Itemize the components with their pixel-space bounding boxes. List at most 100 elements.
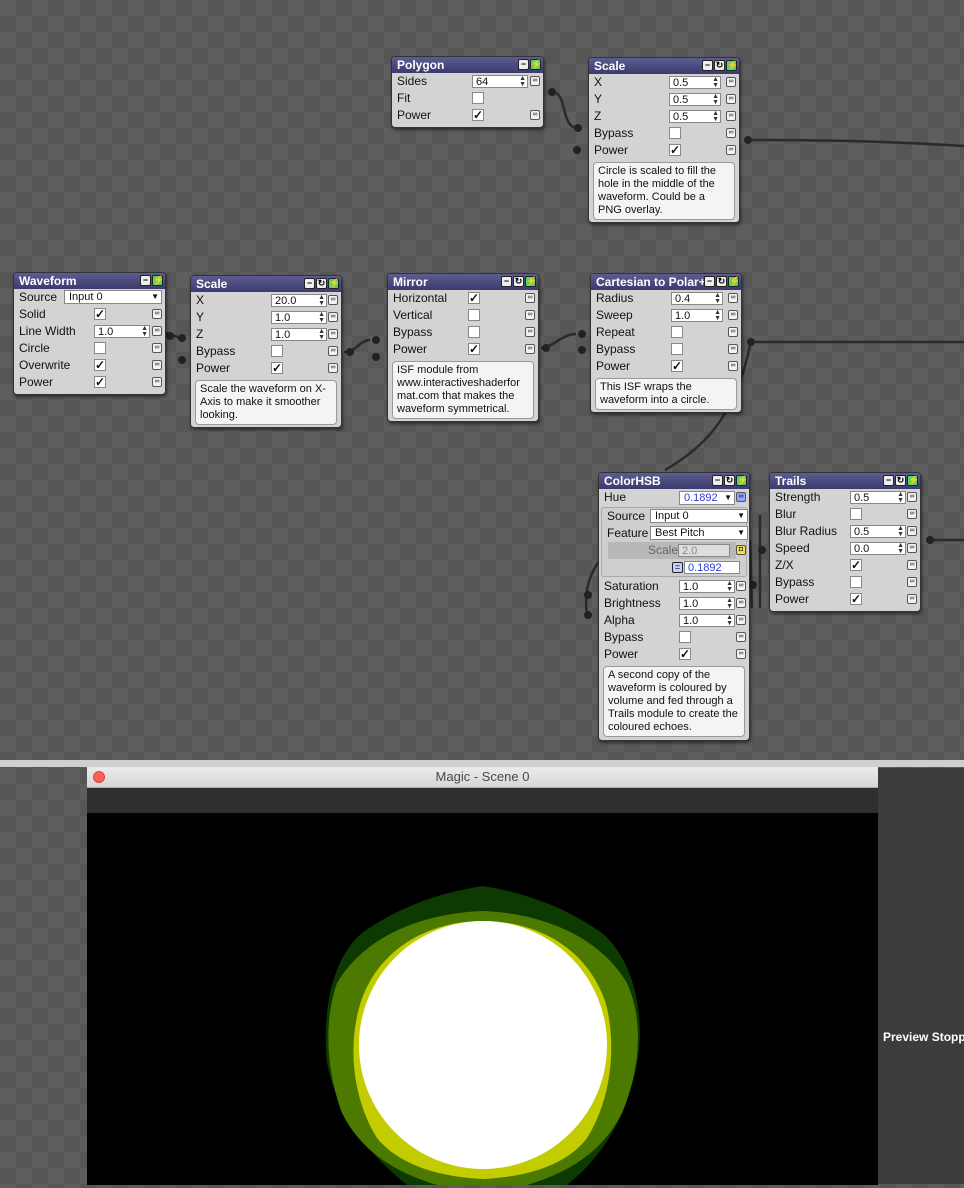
link-icon[interactable]: ∞ (525, 327, 535, 337)
link-icon[interactable]: ∞ (907, 560, 917, 570)
link-icon[interactable]: ∞ (726, 77, 736, 87)
stepper-icon[interactable]: ▲ ▼ (714, 309, 721, 322)
colorhsb-node[interactable]: ColorHSB − ↻ ⚡ Hue 0.1892 ▼ ∞ Source Input 0 ▼ … (598, 472, 750, 741)
power-checkbox[interactable]: ✓ (850, 593, 862, 605)
loop-icon[interactable]: ↻ (724, 475, 735, 486)
link-icon[interactable]: ∞ (530, 76, 540, 86)
power-icon[interactable]: ⚡ (530, 59, 542, 70)
link-icon[interactable]: ∞ (525, 344, 535, 354)
z-input[interactable]: 1.0 ▲ ▼ (271, 328, 327, 341)
stepper-icon[interactable]: ▲ ▼ (318, 294, 325, 307)
alpha-input[interactable]: 1.0 ▲ ▼ (679, 614, 735, 627)
power-icon[interactable]: ⚡ (907, 475, 919, 486)
power-checkbox[interactable]: ✓ (669, 144, 681, 156)
saturation-input[interactable]: 1.0 ▲ ▼ (679, 580, 735, 593)
power-icon[interactable]: ⚡ (525, 276, 537, 287)
minimize-icon[interactable]: − (702, 60, 713, 71)
brightness-input[interactable]: 1.0 ▲ ▼ (679, 597, 735, 610)
link-icon[interactable]: ∞ (728, 344, 738, 354)
stepper-icon[interactable]: ▲ ▼ (726, 597, 733, 610)
sides-input[interactable]: 64 ▲ ▼ (472, 75, 528, 88)
bypass-checkbox[interactable] (669, 127, 681, 139)
bypass-checkbox[interactable] (671, 343, 683, 355)
link-icon[interactable]: ∞ (736, 581, 746, 591)
link-icon[interactable]: ∞ (726, 128, 736, 138)
power-icon[interactable]: ⚡ (736, 475, 748, 486)
link-icon[interactable]: ∞ (736, 598, 746, 608)
link-icon[interactable]: ∞ (328, 363, 338, 373)
waveform-node[interactable]: Waveform − ⚡ Source Input 0 ▼ Solid ✓ ∞ Line … (13, 272, 166, 395)
power-icon[interactable]: ⚡ (728, 276, 740, 287)
loop-icon[interactable]: ↻ (714, 60, 725, 71)
trails-node[interactable]: Trails − ↻ ⚡ Strength 0.5 ▲ ▼ ∞ Blur ∞ Blur Rad… (769, 472, 921, 612)
lock-icon[interactable]: ◘ (736, 545, 746, 555)
power-icon[interactable]: ⚡ (152, 275, 164, 286)
link-icon[interactable]: ∞ (907, 577, 917, 587)
minimize-icon[interactable]: − (304, 278, 315, 289)
bypass-checkbox[interactable] (679, 631, 691, 643)
stepper-icon[interactable]: ▲ ▼ (714, 292, 721, 305)
stepper-icon[interactable]: ▲ ▼ (318, 311, 325, 324)
link-icon[interactable]: ∞ (907, 492, 917, 502)
link-icon[interactable]: ∞ (152, 343, 162, 353)
x-input[interactable]: 20.0 ▲ ▼ (271, 294, 327, 307)
panel-divider[interactable] (0, 760, 964, 767)
power-checkbox[interactable]: ✓ (472, 109, 484, 121)
x-input[interactable]: 0.5 ▲ ▼ (669, 76, 721, 89)
power-checkbox[interactable]: ✓ (271, 362, 283, 374)
link-icon[interactable]: ∞ (736, 649, 746, 659)
link-icon[interactable]: ∞ (907, 509, 917, 519)
vertical-checkbox[interactable] (468, 309, 480, 321)
link-icon[interactable]: ∞ (152, 309, 162, 319)
minimize-icon[interactable]: − (501, 276, 512, 287)
minimize-icon[interactable]: − (704, 276, 715, 287)
link-icon[interactable]: ∞ (328, 329, 338, 339)
fit-checkbox[interactable] (472, 92, 484, 104)
equals-icon[interactable]: = (672, 562, 683, 573)
node-header[interactable]: Mirror − ↻ ⚡ (388, 274, 538, 290)
link-icon[interactable]: ∞ (907, 594, 917, 604)
radius-input[interactable]: 0.4 ▲ ▼ (671, 292, 723, 305)
source-select[interactable]: Input 0 ▼ (650, 509, 748, 523)
feature-select[interactable]: Best Pitch ▼ (650, 526, 748, 540)
stepper-icon[interactable]: ▲ ▼ (726, 614, 733, 627)
power-checkbox[interactable]: ✓ (671, 360, 683, 372)
horizontal-checkbox[interactable]: ✓ (468, 292, 480, 304)
loop-icon[interactable]: ↻ (513, 276, 524, 287)
link-icon[interactable]: ∞ (530, 110, 540, 120)
scale-node-mid[interactable]: Scale − ↻ ⚡ X 20.0 ▲ ▼ ∞ Y 1.0 ▲ ▼ ∞ Z 1.0 ▲ ▼ ∞ Bypas… (190, 275, 342, 428)
link-icon[interactable]: ∞ (728, 361, 738, 371)
link-icon[interactable]: ∞ (736, 492, 746, 502)
link-icon[interactable]: ∞ (726, 145, 736, 155)
loop-icon[interactable]: ↻ (716, 276, 727, 287)
sweep-input[interactable]: 1.0 ▲ ▼ (671, 309, 723, 322)
blurradius-input[interactable]: 0.5 ▲ ▼ (850, 525, 906, 538)
link-icon[interactable]: ∞ (328, 295, 338, 305)
source-select[interactable]: Input 0 ▼ (64, 290, 162, 304)
stepper-icon[interactable]: ▲ ▼ (897, 542, 904, 555)
node-header[interactable]: ColorHSB − ↻ ⚡ (599, 473, 749, 489)
node-header[interactable]: Scale − ↻ ⚡ (589, 58, 739, 74)
stepper-icon[interactable]: ▲ ▼ (318, 328, 325, 341)
y-input[interactable]: 0.5 ▲ ▼ (669, 93, 721, 106)
polygon-node[interactable]: Polygon − ⚡ Sides 64 ▲ ▼ ∞ Fit Power ✓ ∞ (391, 56, 544, 128)
power-checkbox[interactable]: ✓ (468, 343, 480, 355)
link-icon[interactable]: ∞ (736, 615, 746, 625)
link-icon[interactable]: ∞ (152, 377, 162, 387)
preview-titlebar[interactable]: Magic - Scene 0 (87, 767, 878, 788)
mirror-node[interactable]: Mirror − ↻ ⚡ Horizontal ✓ ∞ Vertical ∞ Bypass… (387, 273, 539, 422)
stepper-icon[interactable]: ▲ ▼ (897, 491, 904, 504)
minimize-icon[interactable]: − (140, 275, 151, 286)
solid-checkbox[interactable]: ✓ (94, 308, 106, 320)
link-icon[interactable]: ∞ (525, 310, 535, 320)
patch-canvas[interactable]: Polygon − ⚡ Sides 64 ▲ ▼ ∞ Fit Power ✓ ∞ Scale … (0, 0, 964, 760)
link-icon[interactable]: ∞ (728, 310, 738, 320)
link-icon[interactable]: ∞ (728, 293, 738, 303)
bypass-checkbox[interactable] (850, 576, 862, 588)
loop-icon[interactable]: ↻ (316, 278, 327, 289)
zx-checkbox[interactable]: ✓ (850, 559, 862, 571)
stepper-icon[interactable]: ▲ ▼ (712, 76, 719, 89)
power-icon[interactable]: ⚡ (726, 60, 738, 71)
speed-input[interactable]: 0.0 ▲ ▼ (850, 542, 906, 555)
power-checkbox[interactable]: ✓ (94, 376, 106, 388)
